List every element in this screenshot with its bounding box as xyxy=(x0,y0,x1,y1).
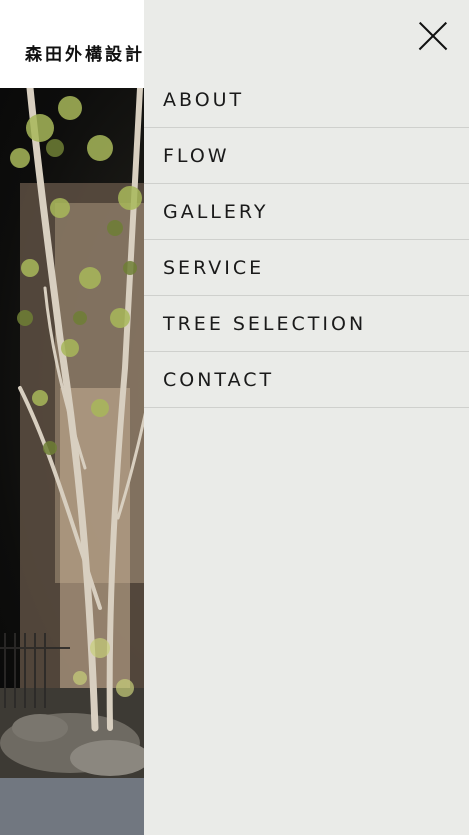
menu-item-flow[interactable]: FLOW xyxy=(144,128,469,184)
menu-item-label: GALLERY xyxy=(163,200,269,223)
close-icon[interactable] xyxy=(417,20,449,52)
menu-item-service[interactable]: SERVICE xyxy=(144,240,469,296)
drawer-menu: ABOUT FLOW GALLERY SERVICE TREE SELECTIO… xyxy=(144,72,469,408)
menu-item-contact[interactable]: CONTACT xyxy=(144,352,469,408)
menu-item-about[interactable]: ABOUT xyxy=(144,72,469,128)
menu-item-label: FLOW xyxy=(163,144,230,167)
menu-item-label: CONTACT xyxy=(163,368,275,391)
menu-item-gallery[interactable]: GALLERY xyxy=(144,184,469,240)
menu-item-label: SERVICE xyxy=(163,256,265,279)
menu-item-label: TREE SELECTION xyxy=(163,312,367,335)
site-logo[interactable]: 森田外構設計 xyxy=(25,40,145,65)
navigation-drawer: ABOUT FLOW GALLERY SERVICE TREE SELECTIO… xyxy=(144,0,469,835)
menu-item-label: ABOUT xyxy=(163,88,245,111)
menu-item-tree-selection[interactable]: TREE SELECTION xyxy=(144,296,469,352)
